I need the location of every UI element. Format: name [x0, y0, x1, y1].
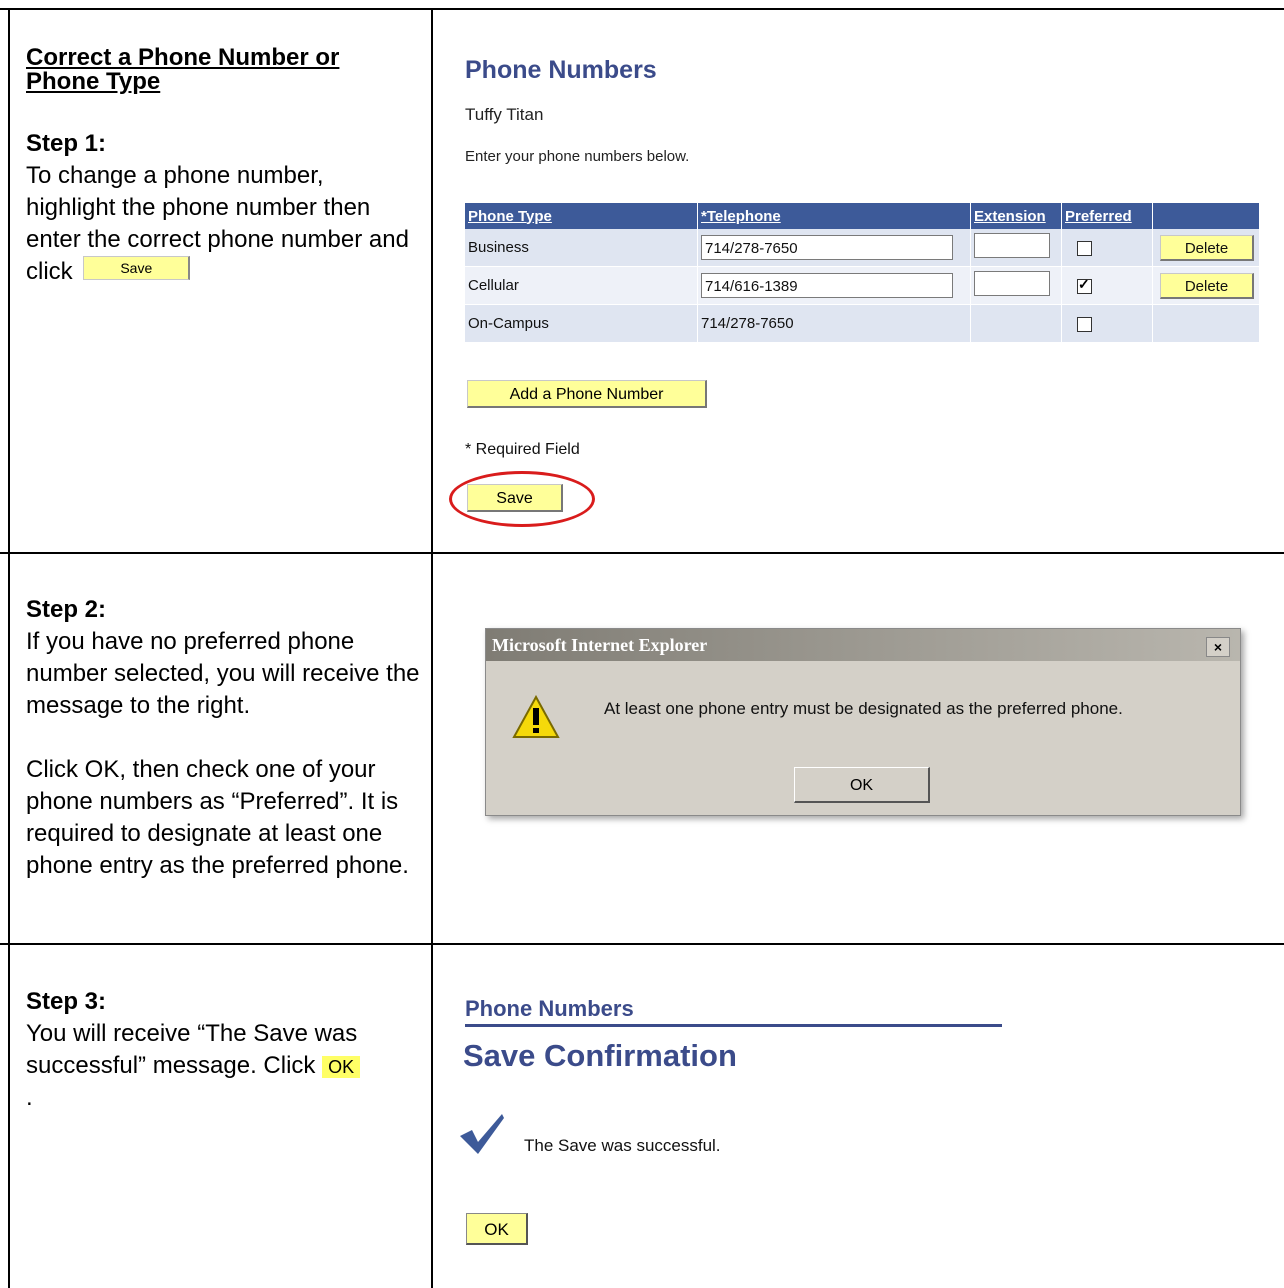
step3-text: Step 3: You will receive “The Save was s… [26, 986, 386, 1114]
phone-type-cell: Business [465, 229, 698, 267]
success-message: The Save was successful. [524, 1136, 721, 1155]
checkmark-icon [458, 1112, 506, 1161]
step2-text: Step 2: If you have no preferred phone n… [26, 594, 426, 882]
preferred-checkbox[interactable] [1077, 316, 1092, 332]
delete-button[interactable]: Delete [1160, 234, 1254, 261]
table-border-top [0, 8, 1284, 10]
column-divider [431, 8, 433, 1288]
step3-instruction-text: You will receive “The Save was successfu… [26, 1020, 358, 1079]
telephone-input[interactable]: 714/278-7650 [701, 235, 953, 260]
telephone-input[interactable]: 714/616-1389 [701, 273, 953, 298]
telephone-readonly: 714/278-7650 [697, 304, 971, 343]
preferred-checkbox-checked[interactable] [1077, 276, 1092, 294]
highlight-circle [449, 471, 595, 527]
section-heading: Correct a Phone Number or Phone Type [26, 44, 340, 95]
inline-ok-image: OK [322, 1056, 361, 1078]
step1-title: Step 1: [26, 130, 107, 157]
col-preferred[interactable]: Preferred [1061, 203, 1153, 229]
delete-button[interactable]: Delete [1160, 272, 1254, 299]
dialog-ok-button[interactable]: OK [794, 767, 930, 803]
extension-input[interactable] [974, 271, 1050, 296]
title-underline [465, 1024, 1002, 1027]
phone-table: Phone Type *Telephone Extension Preferre… [465, 203, 1260, 343]
row-divider-2 [0, 943, 1284, 945]
col-actions [1152, 203, 1260, 229]
step2-title: Step 2: [26, 596, 107, 623]
close-icon[interactable]: × [1206, 637, 1230, 657]
step2-para2: Click OK, then check one of your phone n… [26, 756, 409, 879]
table-border-left [8, 8, 10, 1288]
person-name: Tuffy Titan [465, 105, 544, 124]
phone-type-cell: Cellular [465, 266, 698, 305]
dialog-title: Microsoft Internet Explorer [486, 629, 1240, 661]
save-confirmation-title: Save Confirmation [463, 1038, 737, 1073]
step3-instruction: You will receive “The Save was successfu… [26, 1018, 366, 1114]
table-header-row: Phone Type *Telephone Extension Preferre… [465, 203, 1260, 229]
table-row: Business 714/278-7650 Delete [465, 229, 1260, 267]
extension-readonly [970, 304, 1062, 343]
step3-title: Step 3: [26, 988, 107, 1015]
phone-type-cell: On-Campus [465, 304, 698, 343]
step1-text: Correct a Phone Number or Phone Type Ste… [26, 46, 416, 288]
step1-instruction: To change a phone number, highlight the … [26, 160, 416, 288]
confirmation-page-title: Phone Numbers [465, 996, 634, 1021]
row-divider-1 [0, 552, 1284, 554]
step2-para1: If you have no preferred phone number se… [26, 628, 420, 719]
alert-dialog: Microsoft Internet Explorer × At least o… [485, 628, 1241, 816]
step3-period: . [26, 1084, 33, 1111]
extension-input[interactable] [974, 233, 1050, 258]
page-title: Phone Numbers [465, 56, 657, 84]
empty-action-cell [1152, 304, 1260, 343]
dialog-message: At least one phone entry must be designa… [604, 699, 1123, 718]
col-telephone[interactable]: *Telephone [697, 203, 971, 229]
add-phone-number-button[interactable]: Add a Phone Number [467, 380, 707, 408]
page-instruction: Enter your phone numbers below. [465, 148, 690, 165]
table-row: On-Campus 714/278-7650 [465, 304, 1260, 343]
preferred-checkbox[interactable] [1077, 240, 1092, 256]
warning-icon [512, 694, 560, 744]
ok-button[interactable]: OK [466, 1213, 528, 1245]
required-field-note: * Required Field [465, 441, 580, 458]
table-row: Cellular 714/616-1389 Delete [465, 266, 1260, 305]
inline-save-image: Save [83, 256, 191, 280]
col-extension[interactable]: Extension [970, 203, 1062, 229]
col-phone-type[interactable]: Phone Type [465, 203, 698, 229]
